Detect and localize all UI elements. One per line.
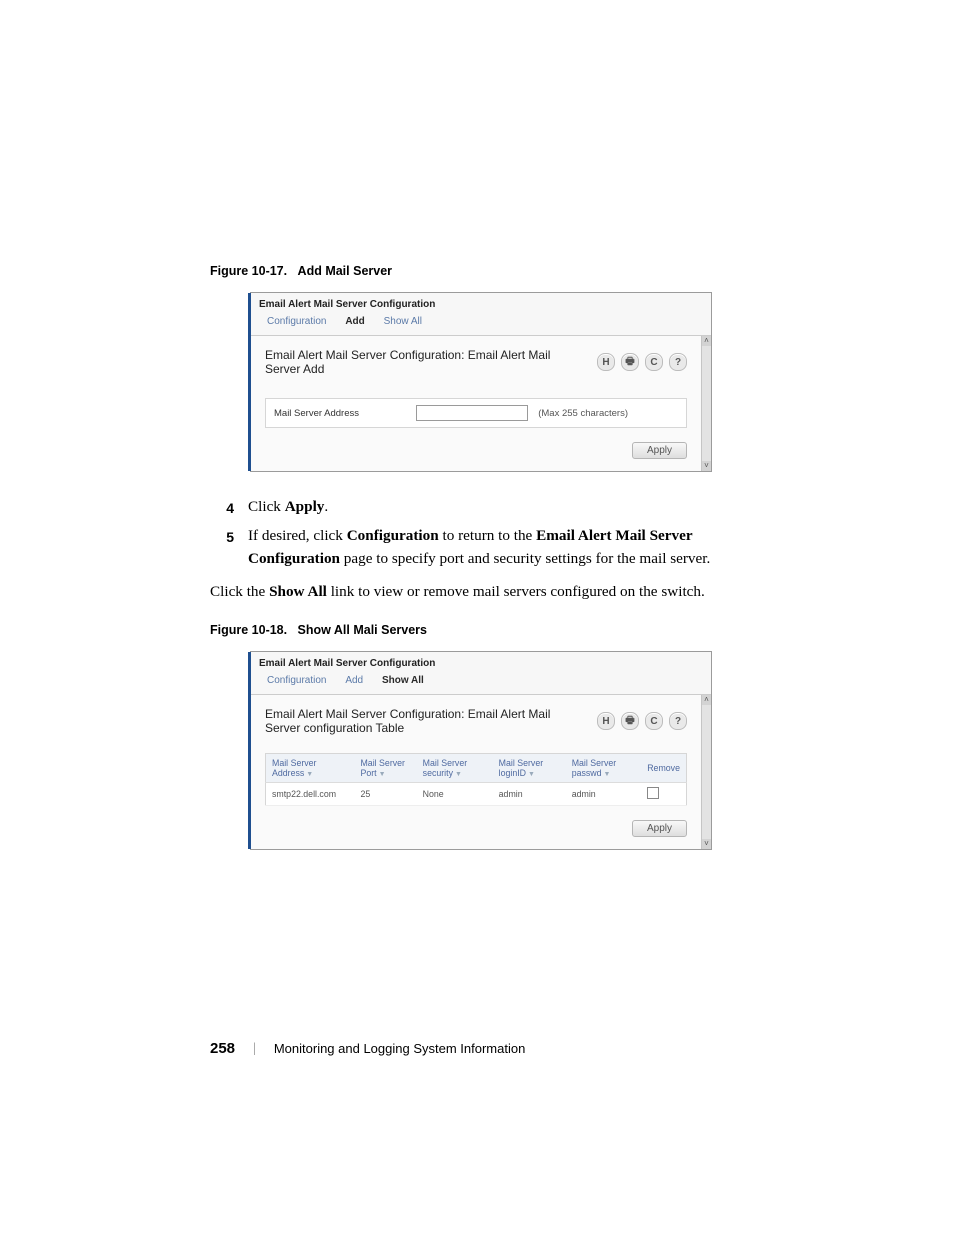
tab-show-all[interactable]: Show All [374,673,432,690]
figure-18-caption: Figure 10-18. Show All Mali Servers [210,623,744,637]
col-remove: Remove [641,754,686,783]
cell-security: None [417,783,493,806]
step-4: 4 Click Apply. [210,496,744,519]
refresh-icon[interactable]: C [645,353,663,371]
mail-server-table: Mail Server Address▼ Mail Server Port▼ M… [265,753,687,806]
cell-remove [641,783,686,806]
figure-17-screenshot: Email Alert Mail Server Configuration Co… [250,292,712,472]
tab-add[interactable]: Add [337,673,371,690]
tab-show-all[interactable]: Show All [376,314,430,331]
cell-port: 25 [354,783,416,806]
step-body: If desired, click Configuration to retur… [248,525,744,571]
save-icon[interactable]: H [597,353,615,371]
print-icon[interactable]: 🖶 [621,712,639,730]
scrollbar[interactable]: ˄ ˅ [701,336,711,471]
window-title: Email Alert Mail Server Configuration [251,652,711,673]
col-login[interactable]: Mail Server loginID▼ [493,754,566,783]
scrollbar[interactable]: ˄ ˅ [701,695,711,849]
refresh-icon[interactable]: C [645,712,663,730]
window-title: Email Alert Mail Server Configuration [251,293,711,314]
form-row: Mail Server Address (Max 255 characters) [265,398,687,428]
footer-divider: | [253,1041,256,1057]
figure-18-screenshot: Email Alert Mail Server Configuration Co… [250,651,712,850]
footer-section-title: Monitoring and Logging System Informatio… [274,1041,525,1056]
scroll-down-icon[interactable]: ˅ [702,461,711,471]
tab-configuration[interactable]: Configuration [259,314,334,331]
sort-icon[interactable]: ▼ [379,771,386,778]
step-body: Click Apply. [248,496,744,519]
tab-strip: Configuration Add Show All [251,314,711,335]
mail-server-address-input[interactable] [416,405,528,421]
sort-icon[interactable]: ▼ [455,771,462,778]
col-security[interactable]: Mail Server security▼ [417,754,493,783]
save-icon[interactable]: H [597,712,615,730]
sort-icon[interactable]: ▼ [528,771,535,778]
cell-passwd: admin [566,783,642,806]
col-passwd[interactable]: Mail Server passwd▼ [566,754,642,783]
sort-icon[interactable]: ▼ [604,771,611,778]
step-number: 5 [210,525,234,571]
page-number: 258 [210,1040,235,1057]
table-row: smtp22.dell.com 25 None admin admin [266,783,687,806]
col-port[interactable]: Mail Server Port▼ [354,754,416,783]
step-number: 4 [210,496,234,519]
help-icon[interactable]: ? [669,353,687,371]
cell-address: smtp22.dell.com [266,783,355,806]
apply-button[interactable]: Apply [632,820,687,837]
tab-add[interactable]: Add [337,314,372,331]
help-icon[interactable]: ? [669,712,687,730]
instruction-paragraph: Click the Show All link to view or remov… [210,581,744,604]
remove-checkbox[interactable] [647,787,659,799]
page-heading: Email Alert Mail Server Configuration: E… [265,707,589,735]
cell-login: admin [493,783,566,806]
print-icon[interactable]: 🖶 [621,353,639,371]
apply-button[interactable]: Apply [632,442,687,459]
sort-icon[interactable]: ▼ [306,771,313,778]
scroll-up-icon[interactable]: ˄ [702,336,711,346]
step-5: 5 If desired, click Configuration to ret… [210,525,744,571]
table-header-row: Mail Server Address▼ Mail Server Port▼ M… [266,754,687,783]
instruction-steps: 4 Click Apply. 5 If desired, click Confi… [210,496,744,571]
figure-17-caption: Figure 10-17. Add Mail Server [210,264,744,278]
scroll-up-icon[interactable]: ˄ [702,695,711,705]
tab-configuration[interactable]: Configuration [259,673,334,690]
tab-strip: Configuration Add Show All [251,673,711,694]
field-hint: (Max 255 characters) [538,408,628,419]
col-address[interactable]: Mail Server Address▼ [266,754,355,783]
page-heading: Email Alert Mail Server Configuration: E… [265,348,589,376]
page-footer: 258 | Monitoring and Logging System Info… [210,1040,525,1057]
scroll-down-icon[interactable]: ˅ [702,839,711,849]
field-label: Mail Server Address [274,408,406,419]
